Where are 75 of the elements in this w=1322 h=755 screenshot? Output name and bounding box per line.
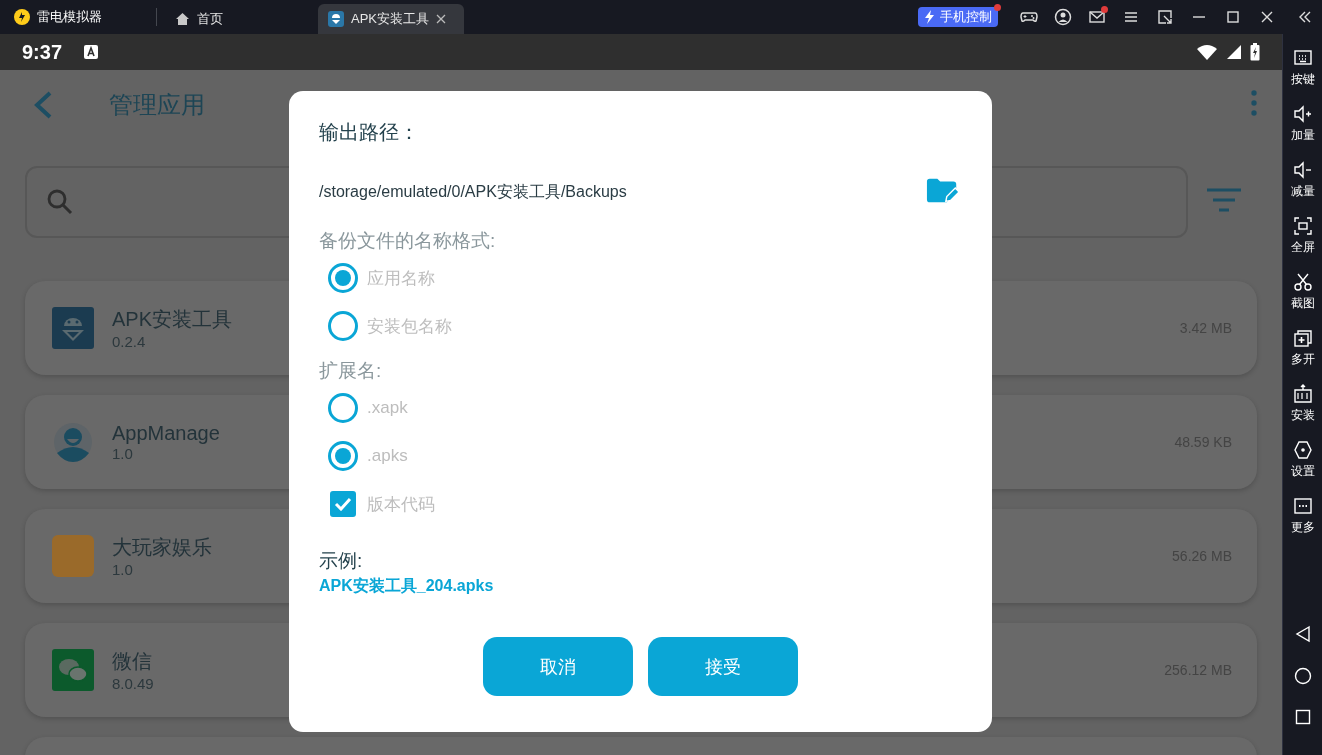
app-version: 1.0 [112, 445, 134, 462]
radio-button[interactable] [328, 263, 358, 293]
app-version: 1.0 [112, 561, 134, 578]
app-version: 8.0.49 [112, 675, 154, 692]
lightning-icon [922, 9, 936, 25]
home-circle-icon[interactable] [1293, 667, 1312, 685]
radio-button[interactable] [328, 441, 358, 471]
notification-dot [994, 4, 1001, 11]
android-robot-icon [52, 307, 94, 349]
option-label: 应用名称 [367, 267, 435, 290]
app-version: 0.2.4 [112, 333, 147, 350]
option-label: .apks [367, 446, 408, 466]
keyboard-icon[interactable] [1292, 48, 1313, 68]
output-path: /storage/emulated/0/APK安装工具/Backups [319, 181, 627, 202]
maximize-icon[interactable] [1224, 8, 1242, 26]
settings-icon[interactable] [1292, 440, 1313, 460]
app-name: AppManage [112, 422, 220, 445]
page-title: 管理应用 [109, 90, 205, 120]
android-robot-icon [328, 11, 344, 27]
tab[interactable]: 首页 [165, 4, 233, 34]
toolbar-label: 更多 [1290, 519, 1315, 536]
section-label: 扩展名: [319, 359, 383, 383]
option-label: 版本代码 [367, 493, 435, 516]
resize-icon[interactable] [1156, 8, 1174, 26]
toolbar-label: 按键 [1290, 71, 1315, 88]
dialog-button[interactable]: 接受 [648, 637, 798, 696]
scissors-icon[interactable] [1292, 272, 1313, 292]
toolbar-label: 截图 [1290, 295, 1315, 312]
search-icon [47, 189, 73, 215]
chat-bubbles-icon [52, 649, 94, 691]
notification-dot [1101, 6, 1108, 13]
option-label: .xapk [367, 398, 408, 418]
notification-a-icon [84, 45, 98, 59]
home-icon [175, 12, 190, 26]
option-label: 安装包名称 [367, 315, 452, 338]
mail-icon[interactable] [1088, 8, 1106, 26]
toolbar-label: 设置 [1290, 463, 1315, 480]
tab[interactable]: APK安装工具 [318, 4, 464, 34]
person-avatar-icon [52, 421, 94, 463]
checkmark-icon [334, 497, 352, 511]
section-label: 输出路径： [319, 120, 420, 145]
lightning-logo-icon [13, 8, 31, 26]
toolbar-label: 安装 [1290, 407, 1315, 424]
toolbar-label: 多开 [1290, 351, 1315, 368]
more-icon[interactable] [1292, 496, 1313, 516]
back-triangle-icon[interactable] [1294, 625, 1311, 643]
toolbar-label: 减量 [1290, 183, 1315, 200]
recents-square-icon[interactable] [1294, 709, 1311, 725]
apk-box-icon[interactable] [1292, 384, 1313, 404]
volume-down-icon[interactable] [1292, 160, 1313, 180]
user-icon[interactable] [1054, 8, 1072, 26]
dialog-button[interactable]: 取消 [483, 637, 633, 696]
section-label: 示例: [319, 549, 364, 573]
example-filename: APK安装工具_204.apks [319, 576, 495, 596]
app-name: 大玩家娱乐 [112, 535, 212, 560]
checkbox[interactable] [330, 491, 356, 517]
clock-time: 9:37 [22, 40, 64, 64]
volume-up-icon[interactable] [1292, 104, 1313, 124]
toolbar-label: 加量 [1290, 127, 1315, 144]
phone-control-button[interactable]: 手机控制 [918, 7, 998, 27]
close-icon[interactable] [436, 14, 446, 24]
toolbar-label: 全屏 [1290, 239, 1315, 256]
app-image-placeholder [52, 535, 94, 577]
app-name: 雷电模拟器 [37, 8, 102, 26]
signal-icon [1226, 44, 1242, 60]
wifi-icon [1196, 43, 1218, 61]
radio-button[interactable] [328, 393, 358, 423]
folder-edit-icon[interactable] [926, 176, 960, 204]
section-label: 备份文件的名称格式: [319, 229, 497, 253]
battery-charging-icon [1250, 43, 1260, 61]
multi-window-icon[interactable] [1292, 328, 1313, 348]
app-name: APK安装工具 [112, 307, 233, 332]
app-name: 微信 [112, 649, 153, 674]
fullscreen-icon[interactable] [1292, 216, 1313, 236]
radio-button[interactable] [328, 311, 358, 341]
